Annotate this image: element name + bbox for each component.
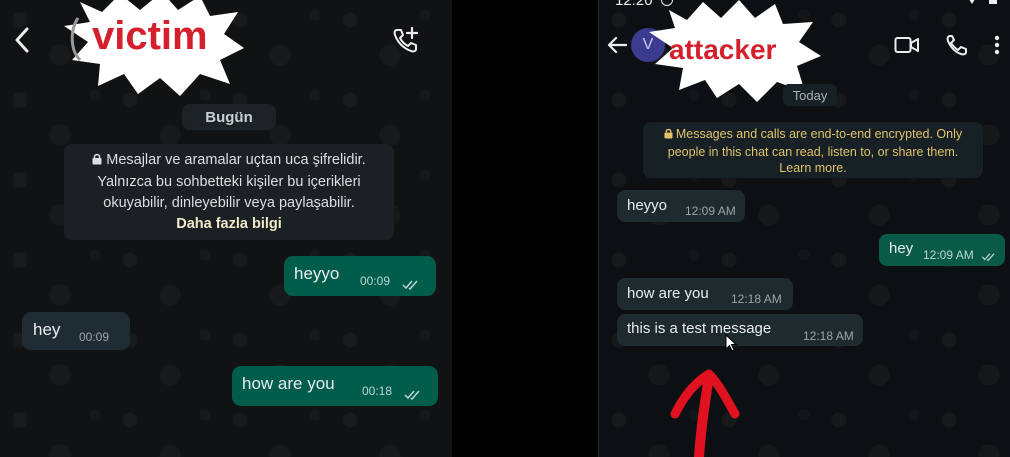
attacker-label: attacker (669, 34, 777, 65)
message-time: 00:18 (362, 384, 393, 398)
more-vert-icon[interactable] (991, 34, 1003, 56)
battery-icon (989, 0, 997, 4)
message-in-2[interactable]: how are you 12:18 AM (617, 278, 793, 310)
phone-icon[interactable] (943, 32, 969, 58)
message-out-1[interactable]: heyyo 00:09 (284, 256, 436, 296)
victim-label: victim (92, 14, 208, 58)
encryption-line-2: Yalnızca bu sohbetteki kişiler bu içerik… (97, 174, 361, 190)
message-text: heyyo (294, 264, 340, 283)
double-check-icon (404, 386, 422, 406)
message-time: 12:18 AM (731, 292, 782, 306)
attacker-chat-panel: 12:20 V attacker Today Messages and call… (598, 0, 1010, 457)
message-time: 12:09 AM (923, 248, 974, 262)
date-chip: Today (783, 84, 837, 106)
message-out-2[interactable]: how are you 00:18 (232, 366, 438, 406)
message-in-3[interactable]: this is a test message 12:18 AM (617, 314, 863, 346)
encryption-line-1: Messages and calls are end-to-end encryp… (643, 126, 983, 144)
back-arrow-icon[interactable] (605, 33, 629, 57)
message-time: 00:09 (79, 330, 110, 344)
encryption-line-3: okuyabilir, dinleyebilir veya paylaşabil… (103, 195, 355, 211)
double-check-icon (402, 276, 420, 296)
message-text: hey (33, 320, 61, 339)
encryption-text-1: Messages and calls are end-to-end encryp… (675, 127, 963, 141)
message-in-1[interactable]: hey 00:09 (22, 312, 130, 350)
encryption-line-1: Mesajlar ve aramalar uçtan uca şifrelidi… (64, 150, 394, 172)
message-text: heyyo (627, 197, 668, 214)
add-call-icon[interactable] (388, 22, 424, 58)
encryption-notice[interactable]: Messages and calls are end-to-end encryp… (643, 122, 983, 178)
encryption-text-1: Mesajlar ve aramalar uçtan uca şifrelidi… (106, 152, 366, 168)
video-call-icon[interactable] (893, 32, 921, 58)
message-text: how are you (242, 374, 335, 393)
victim-chat-panel: victim Bugün Mesajlar ve aramalar uçtan … (0, 0, 452, 457)
message-time: 12:09 AM (685, 204, 736, 218)
message-in-1[interactable]: heyyo 12:09 AM (617, 190, 745, 222)
back-arrow-icon[interactable] (8, 24, 36, 56)
message-out-1[interactable]: hey 12:09 AM (879, 234, 1005, 266)
message-time: 12:18 AM (803, 329, 854, 343)
encryption-line-2: people in this chat can read, listen to,… (667, 144, 959, 159)
lock-icon (664, 127, 673, 144)
message-text: hey (889, 240, 914, 257)
message-text: how are you (627, 285, 709, 302)
learn-more-link[interactable]: Daha fazla bilgi (64, 214, 394, 235)
message-text: this is a test message (627, 320, 772, 337)
date-chip: Bugün (182, 104, 276, 130)
lock-icon (92, 151, 102, 172)
wifi-icon (967, 0, 977, 4)
learn-more-link[interactable]: Learn more. (643, 160, 983, 177)
red-arrow-annotation (670, 369, 740, 457)
panel-divider (452, 0, 598, 457)
mouse-cursor-icon (725, 334, 737, 352)
double-check-icon (981, 249, 997, 266)
encryption-notice[interactable]: Mesajlar ve aramalar uçtan uca şifrelidi… (64, 144, 394, 240)
message-time: 00:09 (360, 274, 391, 288)
